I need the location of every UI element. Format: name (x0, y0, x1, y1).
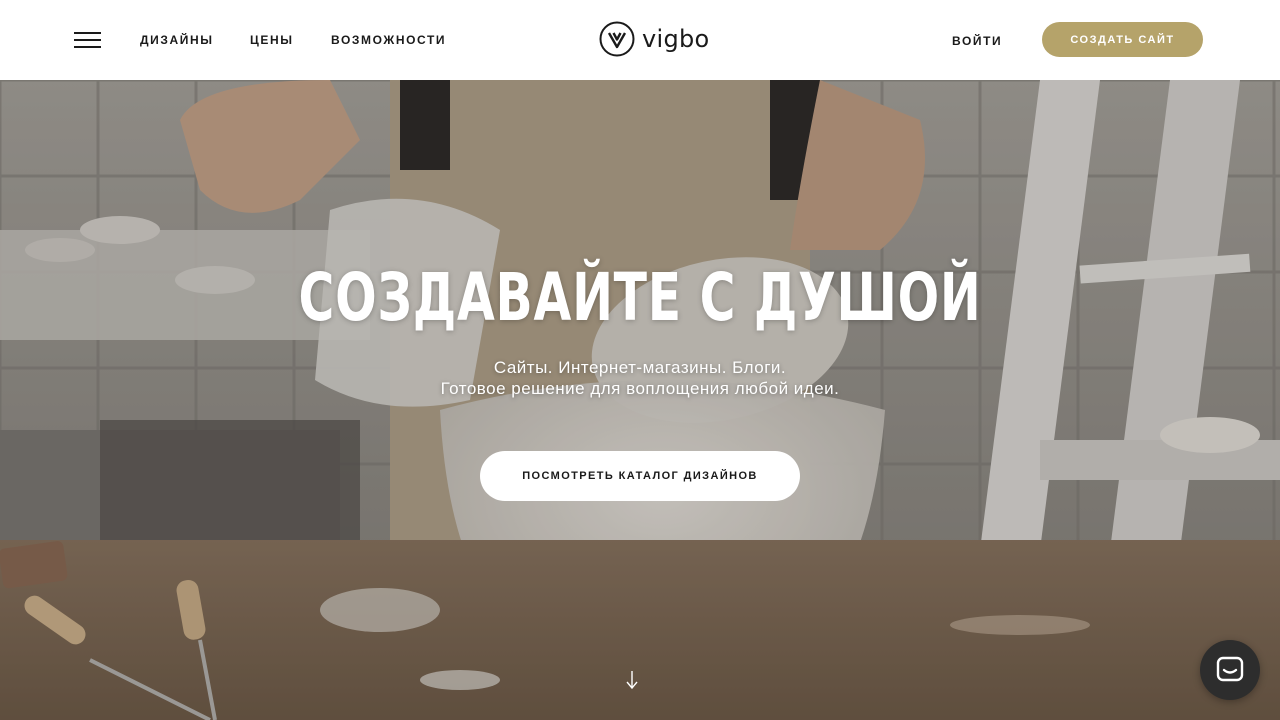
hero-subtitle-line1: Сайты. Интернет-магазины. Блоги. (493, 358, 787, 377)
view-catalog-button[interactable]: ПОСМОТРЕТЬ КАТАЛОГ ДИЗАЙНОВ (480, 451, 800, 501)
vigbo-logo-icon (599, 21, 635, 57)
logo[interactable]: vigbo (599, 20, 710, 58)
create-site-button[interactable]: СОЗДАТЬ САЙТ (1042, 22, 1203, 57)
hero-subtitle-line2: Готовое решение для воплощения любой иде… (440, 379, 840, 398)
nav-prices[interactable]: ЦЕНЫ (250, 33, 294, 47)
arrow-down-icon[interactable] (624, 669, 640, 691)
login-link[interactable]: ВОЙТИ (952, 34, 1002, 48)
hero-subtitle: Сайты. Интернет-магазины. Блоги. Готовое… (0, 357, 1280, 399)
hero-section: СОЗДАВАЙТЕ С ДУШОЙ Сайты. Интернет-магаз… (0, 80, 1280, 720)
chat-icon (1216, 656, 1244, 682)
hero-title: СОЗДАВАЙТЕ С ДУШОЙ (298, 259, 982, 336)
hero-overlay (0, 80, 1280, 720)
site-header: ДИЗАЙНЫ ЦЕНЫ ВОЗМОЖНОСТИ vigbo ВОЙТИ СОЗ… (0, 0, 1280, 80)
logo-text: vigbo (642, 25, 710, 53)
nav-features[interactable]: ВОЗМОЖНОСТИ (331, 33, 446, 47)
menu-icon[interactable] (74, 29, 102, 51)
nav-designs[interactable]: ДИЗАЙНЫ (140, 33, 214, 47)
chat-button[interactable] (1200, 640, 1260, 700)
